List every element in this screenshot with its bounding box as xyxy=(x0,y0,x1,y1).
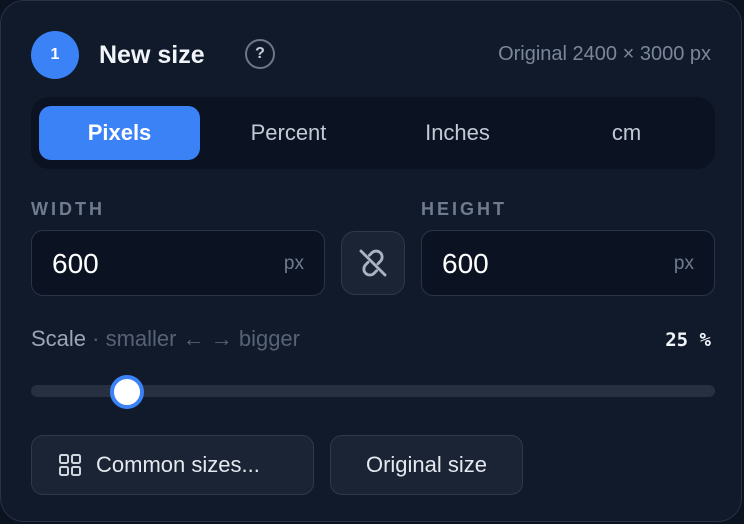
unit-tabs: Pixels Percent Inches cm xyxy=(31,97,715,169)
scale-slider-thumb[interactable] xyxy=(109,375,144,409)
tab-percent[interactable]: Percent xyxy=(208,106,369,160)
original-size-label: Original size xyxy=(365,452,488,477)
original-size-info: Original 2400 × 3000 px xyxy=(498,43,711,65)
grid-icon xyxy=(58,453,82,477)
common-sizes-button[interactable]: Common sizes... xyxy=(31,435,314,495)
aspect-lock-button[interactable] xyxy=(341,231,405,295)
tab-pixels[interactable]: Pixels xyxy=(39,106,200,160)
height-unit: px xyxy=(673,253,694,274)
width-field: px xyxy=(31,230,325,296)
height-input[interactable] xyxy=(442,245,642,283)
common-sizes-label: Common sizes... xyxy=(96,452,260,477)
tab-inches[interactable]: Inches xyxy=(377,106,538,160)
resize-panel: 1 New size ? Original 2400 × 3000 px Pix… xyxy=(0,0,742,522)
width-label: WIDTH xyxy=(31,199,105,219)
panel-title: New size xyxy=(99,41,205,69)
original-size-button[interactable]: Original size xyxy=(330,435,523,495)
width-input[interactable] xyxy=(52,245,252,283)
scale-hint: · smaller ← → bigger xyxy=(86,326,300,351)
link-off-icon xyxy=(359,249,387,277)
scale-label: Scale · smaller ← → bigger xyxy=(31,325,300,353)
help-icon[interactable]: ? xyxy=(245,39,275,69)
width-unit: px xyxy=(283,253,304,274)
scale-readout: 25 % xyxy=(665,329,711,351)
tab-cm[interactable]: cm xyxy=(546,106,707,160)
scale-title: Scale xyxy=(31,326,87,351)
height-label: HEIGHT xyxy=(421,199,508,219)
height-field: px xyxy=(421,230,715,296)
step-badge: 1 xyxy=(31,31,79,79)
